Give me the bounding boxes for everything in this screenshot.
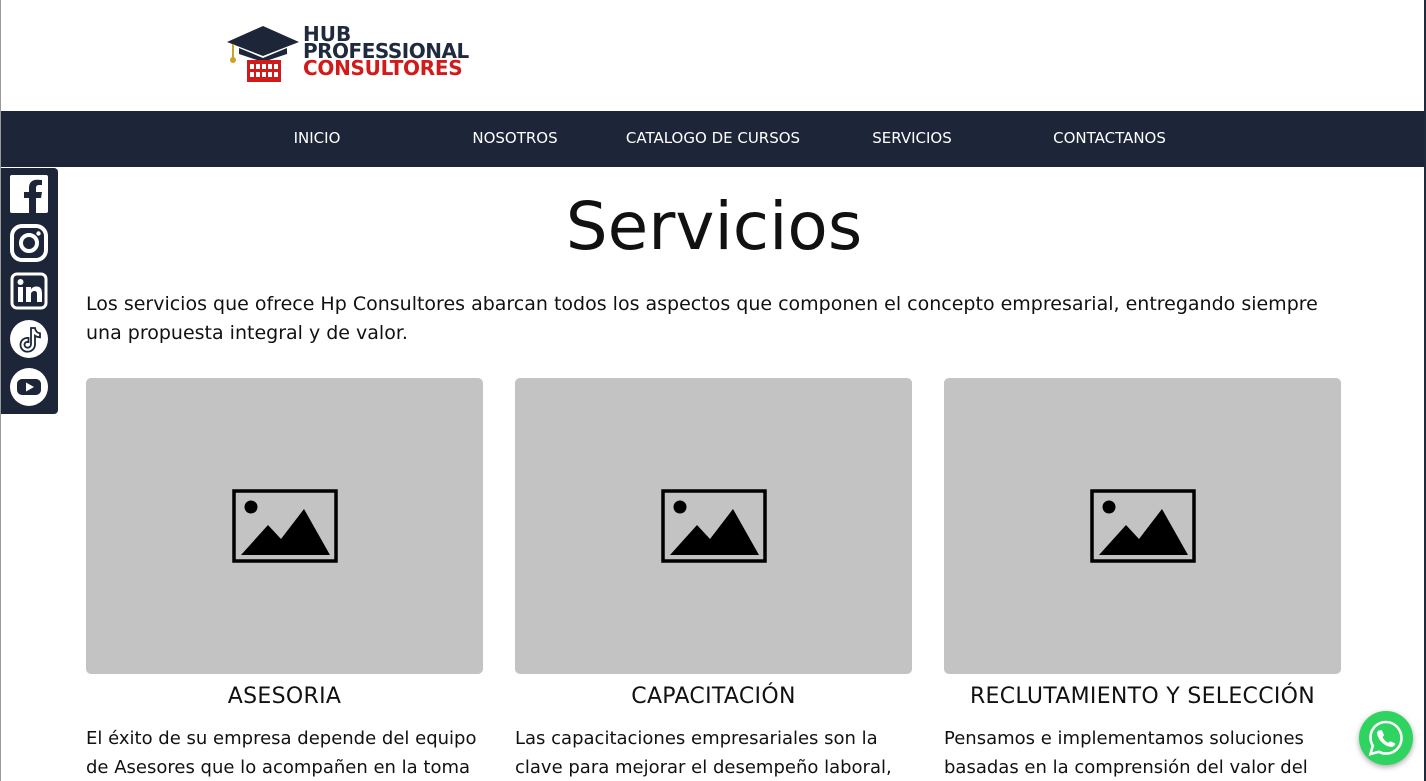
intro-paragraph: Los servicios que ofrece Hp Consultores … [86, 293, 1318, 344]
card-title-capacitacion: CAPACITACIÓN [631, 684, 796, 709]
tiktok-icon[interactable] [9, 319, 49, 359]
card-image-capacitacion [515, 378, 912, 674]
nav-item-catalogo-de-cursos[interactable]: CATALOGO DE CURSOS [613, 111, 813, 167]
logo-text: HUB PROFESSIONAL CONSULTORES [303, 24, 469, 80]
whatsapp-icon [1368, 720, 1403, 756]
page-title: Servicios [565, 188, 863, 265]
nav-item-inicio[interactable]: INICIO [267, 111, 367, 167]
card-image-reclutamiento [944, 378, 1341, 674]
logo-line-consultores: CONSULTORES [303, 56, 463, 80]
card-title-asesoria: ASESORIA [227, 684, 342, 709]
logo-mark-icon [227, 26, 299, 82]
logo[interactable]: HUB PROFESSIONAL CONSULTORES [225, 24, 495, 86]
image-placeholder-icon [660, 489, 767, 563]
site-header: HUB PROFESSIONAL CONSULTORES [1, 0, 1424, 111]
card-image-asesoria [86, 378, 483, 674]
image-placeholder-icon [231, 489, 338, 563]
card-title-reclutamiento: RECLUTAMIENTO Y SELECCIÓN [969, 684, 1316, 709]
card-text-capacitacion: Las capacitaciones empresariales son la … [515, 728, 892, 778]
nav-item-servicios[interactable]: SERVICIOS [857, 111, 967, 167]
nav-item-nosotros[interactable]: NOSOTROS [455, 111, 575, 167]
image-placeholder-icon [1089, 489, 1196, 563]
nav-item-contactanos[interactable]: CONTACTANOS [1037, 111, 1182, 167]
youtube-icon[interactable] [9, 367, 49, 407]
whatsapp-button[interactable] [1359, 711, 1413, 765]
card-text-asesoria: El éxito de su empresa depende del equip… [86, 728, 477, 778]
linkedin-icon[interactable] [9, 271, 49, 311]
main-nav: INICIO NOSOTROS CATALOGO DE CURSOS SERVI… [1, 111, 1424, 167]
card-text-reclutamiento: Pensamos e implementamos soluciones basa… [944, 728, 1308, 778]
